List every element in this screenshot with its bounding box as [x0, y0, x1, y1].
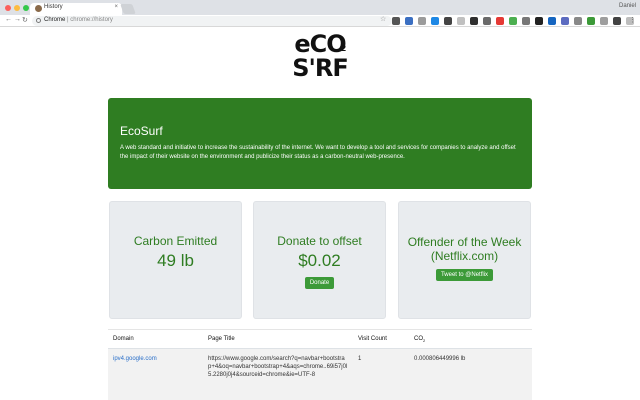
column-header-visit-count: Visit Count [358, 336, 387, 342]
window-minimize-button[interactable] [14, 5, 20, 11]
banner-description: A web standard and initiative to increas… [120, 145, 516, 160]
extension-icon[interactable] [457, 17, 465, 25]
extension-icon[interactable] [405, 17, 413, 25]
carbon-emitted-card: Carbon Emitted 49 lb [109, 201, 242, 319]
co2-label: CO [414, 336, 423, 342]
column-header-page-title: Page Title [208, 336, 235, 342]
tab-close-icon[interactable]: × [114, 4, 118, 10]
extension-icon[interactable] [483, 17, 491, 25]
row-page-title: https://www.google.com/search?q=navbar+b… [208, 356, 348, 378]
bookmark-star-icon[interactable]: ☆ [380, 15, 386, 23]
column-header-co2: CO2 [414, 336, 425, 343]
tweet-button[interactable]: Tweet to @Netflix [435, 269, 494, 281]
extension-icon[interactable] [587, 17, 595, 25]
address-bar[interactable]: Chrome | chrome://history [32, 16, 392, 26]
table-row: ipv4.google.com https://www.google.com/s… [108, 349, 532, 400]
extension-icon[interactable] [431, 17, 439, 25]
back-arrow-icon[interactable]: ← [5, 16, 12, 23]
card-title: Offender of the Week (Netflix.com) [407, 235, 522, 263]
donate-button[interactable]: Donate [304, 277, 335, 289]
extension-icon[interactable] [418, 17, 426, 25]
card-title: Carbon Emitted [133, 234, 218, 248]
url-host: Chrome [44, 17, 66, 23]
profile-name[interactable]: Daniel [619, 3, 636, 9]
row-visit-count: 1 [358, 356, 362, 362]
row-domain: ipv4.google.com [113, 355, 157, 363]
window-close-button[interactable] [5, 5, 11, 11]
site-info-icon[interactable] [36, 18, 41, 23]
extension-icon[interactable] [470, 17, 478, 25]
logo-line-2: S'RF [292, 54, 349, 82]
browser-menu-icon[interactable]: ⋮ [629, 16, 636, 24]
offender-card: Offender of the Week (Netflix.com) Tweet… [398, 201, 531, 319]
logo-subscript: 2 [341, 44, 346, 53]
co2-subscript: 2 [423, 338, 426, 344]
extension-icon[interactable] [613, 17, 621, 25]
extension-icon[interactable] [574, 17, 582, 25]
banner-title: EcoSurf [120, 124, 163, 138]
browser-toolbar: ← → ↻ Chrome | chrome://history ☆ ⋮ [0, 15, 640, 27]
reload-icon[interactable]: ↻ [22, 16, 28, 24]
extension-icon[interactable] [392, 17, 400, 25]
extension-icon[interactable] [548, 17, 556, 25]
extension-icon[interactable] [444, 17, 452, 25]
carbon-value: 49 lb [157, 251, 194, 270]
extension-icon[interactable] [535, 17, 543, 25]
forward-arrow-icon[interactable]: → [14, 16, 21, 23]
tab-title: History [44, 4, 63, 10]
extensions-bar [392, 17, 634, 25]
donation-amount: $0.02 [298, 251, 341, 270]
browser-tab-history[interactable]: History × [30, 3, 122, 15]
browser-tab-strip: History × Daniel [0, 0, 640, 15]
tab-favicon-icon [35, 5, 42, 12]
row-co2: 0.000806449996 lb [414, 356, 466, 362]
column-header-domain: Domain [113, 336, 134, 342]
extension-icon[interactable] [522, 17, 530, 25]
hero-banner: EcoSurf A web standard and initiative to… [108, 98, 532, 189]
url-path: chrome://history [70, 17, 113, 23]
card-title: Donate to offset [277, 234, 362, 248]
new-tab-button[interactable] [120, 4, 136, 14]
extension-icon[interactable] [496, 17, 504, 25]
donate-card: Donate to offset $0.02 Donate [253, 201, 386, 319]
address-text: Chrome | chrome://history [44, 17, 113, 23]
extension-icon[interactable] [600, 17, 608, 25]
extension-icon[interactable] [561, 17, 569, 25]
window-maximize-button[interactable] [23, 5, 29, 11]
table-header: Domain Page Title Visit Count CO2 [108, 329, 532, 349]
extension-icon[interactable] [509, 17, 517, 25]
domain-link[interactable]: ipv4.google.com [113, 356, 157, 362]
ecosurf-logo: eCO 2 S'RF [290, 32, 350, 82]
